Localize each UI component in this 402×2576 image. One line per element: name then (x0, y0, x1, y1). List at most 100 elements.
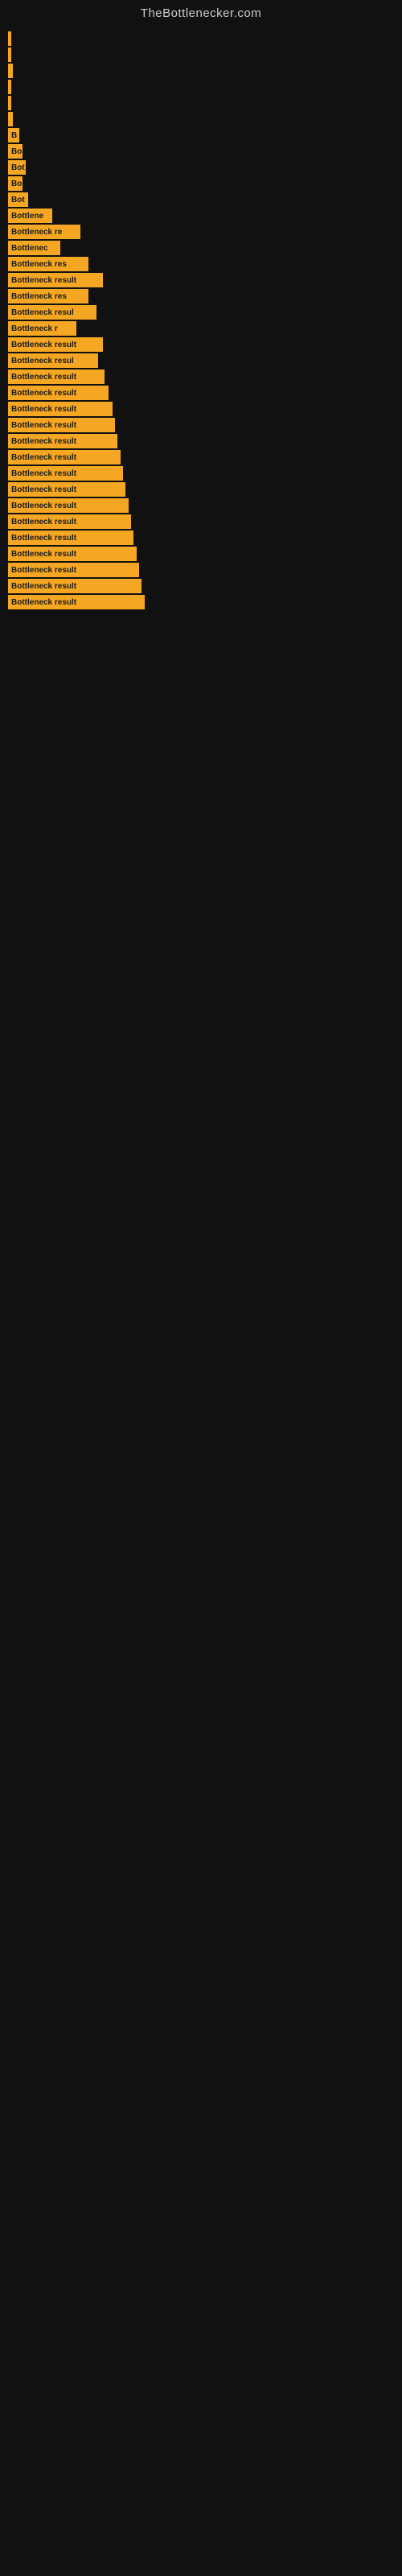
bar-18: Bottleneck r (8, 321, 76, 336)
bar-label-11: Bottlene (11, 212, 43, 221)
bar-row: Bottleneck re (8, 225, 402, 239)
bar-label-6: B (11, 131, 17, 140)
bar-28: Bottleneck result (8, 482, 125, 497)
bar-row: Bo (8, 176, 402, 191)
bar-9: Bo (8, 176, 23, 191)
bar-label-33: Bottleneck result (11, 566, 76, 575)
bar-15: Bottleneck result (8, 273, 103, 287)
bar-row: Bottleneck result (8, 530, 402, 545)
bar-label-18: Bottleneck r (11, 324, 58, 333)
bar-22: Bottleneck result (8, 386, 109, 400)
bar-3 (8, 80, 11, 94)
bar-26: Bottleneck result (8, 450, 121, 464)
bar-label-16: Bottleneck res (11, 292, 67, 301)
bar-12: Bottleneck re (8, 225, 80, 239)
bar-row: Bottleneck result (8, 402, 402, 416)
bar-17: Bottleneck resul (8, 305, 96, 320)
bar-row (8, 96, 402, 110)
bar-label-34: Bottleneck result (11, 582, 76, 591)
bar-row: Bottleneck result (8, 273, 402, 287)
bar-row: B (8, 128, 402, 142)
bar-label-24: Bottleneck result (11, 421, 76, 430)
bar-row: Bottleneck result (8, 563, 402, 577)
bar-row: Bottleneck result (8, 482, 402, 497)
bar-32: Bottleneck result (8, 547, 137, 561)
bar-row: Bottleneck result (8, 466, 402, 481)
bar-row: Bo (8, 144, 402, 159)
bar-row: Bottleneck result (8, 434, 402, 448)
bar-row: Bottleneck res (8, 289, 402, 303)
bar-24: Bottleneck result (8, 418, 115, 432)
bar-label-30: Bottleneck result (11, 518, 76, 526)
bar-row: Bottleneck result (8, 450, 402, 464)
bar-row: Bottleneck result (8, 386, 402, 400)
bar-label-7: Bo (11, 147, 22, 156)
bar-31: Bottleneck result (8, 530, 133, 545)
bar-label-17: Bottleneck resul (11, 308, 74, 317)
bar-row: Bottleneck result (8, 418, 402, 432)
bar-14: Bottleneck res (8, 257, 88, 271)
bar-row: Bottleneck result (8, 498, 402, 513)
bar-5 (8, 112, 13, 126)
bar-label-26: Bottleneck result (11, 453, 76, 462)
bar-7: Bo (8, 144, 23, 159)
bar-label-25: Bottleneck result (11, 437, 76, 446)
bar-23: Bottleneck result (8, 402, 113, 416)
bar-row (8, 64, 402, 78)
bar-13: Bottlenec (8, 241, 60, 255)
bar-29: Bottleneck result (8, 498, 129, 513)
bar-row: Bottleneck res (8, 257, 402, 271)
bar-25: Bottleneck result (8, 434, 117, 448)
bar-label-35: Bottleneck result (11, 598, 76, 607)
bar-row (8, 47, 402, 62)
bar-label-9: Bo (11, 180, 22, 188)
bar-19: Bottleneck result (8, 337, 103, 352)
bar-0 (8, 31, 11, 46)
bar-row: Bottleneck resul (8, 353, 402, 368)
bar-label-28: Bottleneck result (11, 485, 76, 494)
bar-2 (8, 64, 13, 78)
bar-row: Bot (8, 160, 402, 175)
bar-label-22: Bottleneck result (11, 389, 76, 398)
bar-row: Bottleneck result (8, 595, 402, 609)
bar-row: Bottleneck result (8, 579, 402, 593)
bar-34: Bottleneck result (8, 579, 142, 593)
bar-row (8, 31, 402, 46)
bar-label-10: Bot (11, 196, 25, 204)
bar-row: Bottleneck result (8, 369, 402, 384)
bar-35: Bottleneck result (8, 595, 145, 609)
bar-label-23: Bottleneck result (11, 405, 76, 414)
bar-row: Bottleneck result (8, 514, 402, 529)
bar-row: Bottleneck resul (8, 305, 402, 320)
bar-row: Bottleneck result (8, 547, 402, 561)
bar-label-29: Bottleneck result (11, 502, 76, 510)
bar-row (8, 112, 402, 126)
bar-label-21: Bottleneck result (11, 373, 76, 382)
bar-row: Bot (8, 192, 402, 207)
bar-8: Bot (8, 160, 26, 175)
bar-label-19: Bottleneck result (11, 341, 76, 349)
bar-label-27: Bottleneck result (11, 469, 76, 478)
bar-label-15: Bottleneck result (11, 276, 76, 285)
site-title: TheBottlenecker.com (0, 0, 402, 23)
bar-label-12: Bottleneck re (11, 228, 62, 237)
bar-11: Bottlene (8, 208, 52, 223)
bar-21: Bottleneck result (8, 369, 105, 384)
bar-20: Bottleneck resul (8, 353, 98, 368)
bar-label-31: Bottleneck result (11, 534, 76, 543)
bars-container: B Bo Bot Bo Bot Bottlene Bottleneck re Bottlene… (0, 23, 402, 619)
bar-row: Bottleneck result (8, 337, 402, 352)
bar-30: Bottleneck result (8, 514, 131, 529)
bar-row (8, 80, 402, 94)
bar-1 (8, 47, 11, 62)
bar-33: Bottleneck result (8, 563, 139, 577)
bar-16: Bottleneck res (8, 289, 88, 303)
bar-row: Bottleneck r (8, 321, 402, 336)
bar-10: Bot (8, 192, 28, 207)
bar-label-8: Bot (11, 163, 25, 172)
bar-row: Bottlenec (8, 241, 402, 255)
bar-label-13: Bottlenec (11, 244, 48, 253)
bar-label-20: Bottleneck resul (11, 357, 74, 365)
bar-label-14: Bottleneck res (11, 260, 67, 269)
bar-label-32: Bottleneck result (11, 550, 76, 559)
